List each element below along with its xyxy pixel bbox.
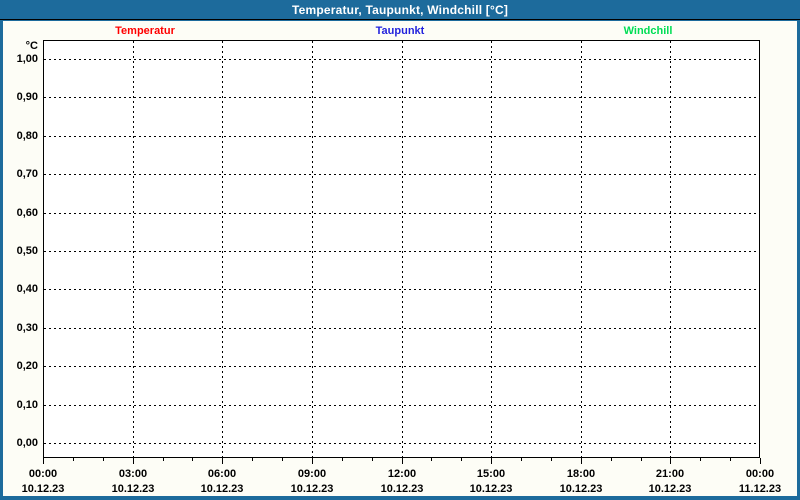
x-minor-tick bbox=[163, 458, 164, 461]
x-minor-tick bbox=[372, 458, 373, 461]
y-axis-tick-label: 0,90 bbox=[3, 91, 38, 103]
y-axis-tick-label: 0,80 bbox=[3, 130, 38, 142]
x-axis-date-label: 11.12.23 bbox=[739, 483, 781, 495]
x-axis-date-label: 10.12.23 bbox=[470, 483, 513, 495]
v-gridline bbox=[581, 41, 582, 457]
v-gridline bbox=[491, 41, 492, 457]
x-axis-date-label: 10.12.23 bbox=[201, 483, 244, 495]
x-minor-tick bbox=[611, 458, 612, 461]
x-major-tick bbox=[133, 458, 134, 464]
x-major-tick bbox=[581, 458, 582, 464]
x-minor-tick bbox=[521, 458, 522, 461]
x-axis-time-label: 00:00 bbox=[746, 468, 774, 480]
x-minor-tick bbox=[431, 458, 432, 461]
y-axis-tick-label: 0,70 bbox=[3, 168, 38, 180]
x-minor-tick bbox=[461, 458, 462, 461]
x-major-tick bbox=[760, 458, 761, 464]
x-minor-tick bbox=[700, 458, 701, 461]
legend-item-windchill: Windchill bbox=[624, 25, 673, 38]
x-minor-tick bbox=[192, 458, 193, 461]
y-axis-tick-label: 0,10 bbox=[3, 399, 38, 411]
x-minor-tick bbox=[252, 458, 253, 461]
x-major-tick bbox=[670, 458, 671, 464]
x-minor-tick bbox=[103, 458, 104, 461]
x-major-tick bbox=[43, 458, 44, 464]
x-axis-date-label: 10.12.23 bbox=[560, 483, 603, 495]
x-major-tick bbox=[491, 458, 492, 464]
x-minor-tick bbox=[282, 458, 283, 461]
v-gridline bbox=[222, 41, 223, 457]
v-gridline bbox=[402, 41, 403, 457]
y-axis-tick-label: 0,60 bbox=[3, 207, 38, 219]
chart-content-area: Temperatur Taupunkt Windchill °C 1,00 0,90 0… bbox=[3, 21, 797, 496]
x-axis-time-label: 12:00 bbox=[388, 468, 416, 480]
y-axis-tick-label: 0,40 bbox=[3, 283, 38, 295]
x-axis-date-label: 10.12.23 bbox=[22, 483, 65, 495]
x-axis-time-label: 18:00 bbox=[567, 468, 595, 480]
chart-title: Temperatur, Taupunkt, Windchill [°C] bbox=[292, 3, 508, 17]
x-axis-date-label: 10.12.23 bbox=[381, 483, 424, 495]
x-axis-time-label: 21:00 bbox=[656, 468, 684, 480]
x-axis-time-label: 00:00 bbox=[29, 468, 57, 480]
x-major-tick bbox=[402, 458, 403, 464]
x-axis-time-label: 09:00 bbox=[298, 468, 326, 480]
y-axis-tick-label: 0,20 bbox=[3, 360, 38, 372]
x-minor-tick bbox=[730, 458, 731, 461]
y-axis-tick-label: 0,50 bbox=[3, 245, 38, 257]
y-axis-unit-label: °C bbox=[3, 40, 38, 52]
y-axis-tick-label: 1,00 bbox=[3, 53, 38, 65]
x-minor-tick bbox=[73, 458, 74, 461]
legend-item-taupunkt: Taupunkt bbox=[376, 25, 425, 38]
x-major-tick bbox=[222, 458, 223, 464]
y-axis-tick-label: 0,00 bbox=[3, 437, 38, 449]
x-minor-tick bbox=[342, 458, 343, 461]
v-gridline bbox=[133, 41, 134, 457]
chart-title-bar: Temperatur, Taupunkt, Windchill [°C] bbox=[0, 0, 800, 20]
x-axis-time-label: 15:00 bbox=[477, 468, 505, 480]
x-minor-tick bbox=[641, 458, 642, 461]
x-axis-date-label: 10.12.23 bbox=[649, 483, 692, 495]
v-gridline bbox=[670, 41, 671, 457]
x-minor-tick bbox=[551, 458, 552, 461]
chart-window: Temperatur, Taupunkt, Windchill [°C] Tem… bbox=[0, 0, 800, 500]
x-axis-date-label: 10.12.23 bbox=[291, 483, 334, 495]
x-axis-time-label: 06:00 bbox=[208, 468, 236, 480]
x-major-tick bbox=[312, 458, 313, 464]
v-gridline bbox=[312, 41, 313, 457]
y-axis-tick-label: 0,30 bbox=[3, 322, 38, 334]
x-axis-date-label: 10.12.23 bbox=[112, 483, 155, 495]
legend-item-temperatur: Temperatur bbox=[115, 25, 175, 38]
x-axis-time-label: 03:00 bbox=[119, 468, 147, 480]
